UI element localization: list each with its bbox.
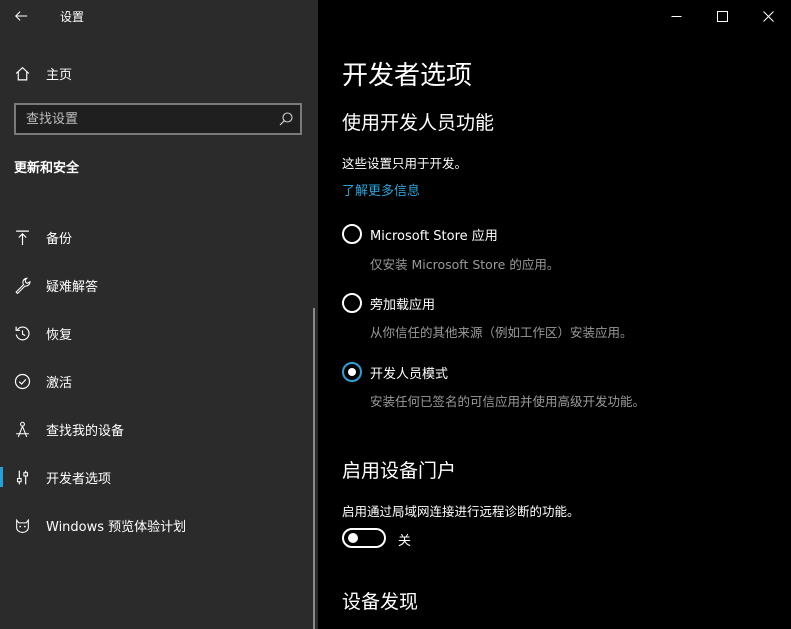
window-controls <box>653 0 791 32</box>
sidebar-item-windows-insider[interactable]: Windows 预览体验计划 <box>0 505 312 545</box>
sidebar-item-label: 激活 <box>46 375 73 391</box>
title-bar: 设置 <box>0 0 318 32</box>
sidebar-item-label: 疑难解答 <box>46 279 99 295</box>
sidebar-item-label: 开发者选项 <box>46 471 112 487</box>
home-icon <box>13 64 31 82</box>
radio-label: Microsoft Store 应用 <box>370 229 498 244</box>
sidebar-item-find-my-device[interactable]: 查找我的设备 <box>0 409 312 449</box>
radio-label: 旁加载应用 <box>370 298 436 313</box>
dev-features-heading: 使用开发人员功能 <box>342 112 495 134</box>
find-device-icon <box>13 420 31 438</box>
sidebar-item-label: 主页 <box>46 67 73 83</box>
close-icon <box>762 10 774 22</box>
toggle-state-label: 关 <box>398 534 412 549</box>
learn-more-link[interactable]: 了解更多信息 <box>342 180 420 199</box>
settings-window: 设置 主页 更新和安全 备份 疑难解答 <box>0 0 791 629</box>
backup-arrow-icon <box>13 228 31 246</box>
search-icon[interactable] <box>278 111 294 127</box>
radio-description: 安装任何已签名的可信应用并使用高级开发功能。 <box>370 394 646 409</box>
sidebar-section-title: 更新和安全 <box>14 161 80 176</box>
active-indicator <box>0 467 3 487</box>
sidebar-item-troubleshoot[interactable]: 疑难解答 <box>0 265 312 305</box>
sidebar-scrollbar[interactable] <box>313 308 315 629</box>
sidebar-item-label: 备份 <box>46 231 73 247</box>
search-input[interactable] <box>16 105 271 133</box>
minimize-button[interactable] <box>653 0 699 32</box>
device-discovery-heading: 设备发现 <box>342 591 419 613</box>
wrench-icon <box>13 276 31 294</box>
close-button[interactable] <box>745 0 791 32</box>
sidebar-item-backup[interactable]: 备份 <box>0 217 312 257</box>
recovery-icon <box>13 324 31 342</box>
sidebar-item-label: 恢复 <box>46 327 73 343</box>
maximize-button[interactable] <box>699 0 745 32</box>
sidebar-item-developer-options[interactable]: 开发者选项 <box>0 457 312 497</box>
developer-sliders-icon <box>13 468 31 486</box>
minimize-icon <box>671 15 681 17</box>
radio-button[interactable] <box>342 224 362 244</box>
maximize-icon <box>716 10 728 22</box>
device-portal-toggle[interactable] <box>342 528 386 548</box>
toggle-knob <box>348 533 358 543</box>
search-box <box>14 103 302 135</box>
sidebar: 设置 主页 更新和安全 备份 疑难解答 <box>0 0 318 629</box>
activation-check-icon <box>13 372 31 390</box>
app-title: 设置 <box>60 10 85 24</box>
sidebar-item-home[interactable]: 主页 <box>0 58 318 88</box>
back-button[interactable] <box>8 4 34 28</box>
device-portal-heading: 启用设备门户 <box>342 460 457 482</box>
sidebar-item-activation[interactable]: 激活 <box>0 361 312 401</box>
sidebar-item-recovery[interactable]: 恢复 <box>0 313 312 353</box>
radio-description: 从你信任的其他来源（例如工作区）安装应用。 <box>370 325 633 340</box>
main-content: 开发者选项 使用开发人员功能 这些设置只用于开发。 了解更多信息 Microso… <box>318 0 791 629</box>
insider-cat-icon <box>13 516 31 534</box>
back-arrow-icon <box>15 11 28 21</box>
dev-features-description: 这些设置只用于开发。 <box>342 156 468 171</box>
radio-label: 开发人员模式 <box>370 367 449 382</box>
sidebar-item-label: Windows 预览体验计划 <box>46 519 187 535</box>
radio-description: 仅安装 Microsoft Store 的应用。 <box>370 257 560 272</box>
radio-button[interactable] <box>342 293 362 313</box>
device-portal-description: 启用通过局域网连接进行远程诊断的功能。 <box>342 504 580 519</box>
page-title: 开发者选项 <box>342 61 473 91</box>
sidebar-item-label: 查找我的设备 <box>46 423 125 439</box>
radio-button-checked[interactable] <box>342 362 362 382</box>
